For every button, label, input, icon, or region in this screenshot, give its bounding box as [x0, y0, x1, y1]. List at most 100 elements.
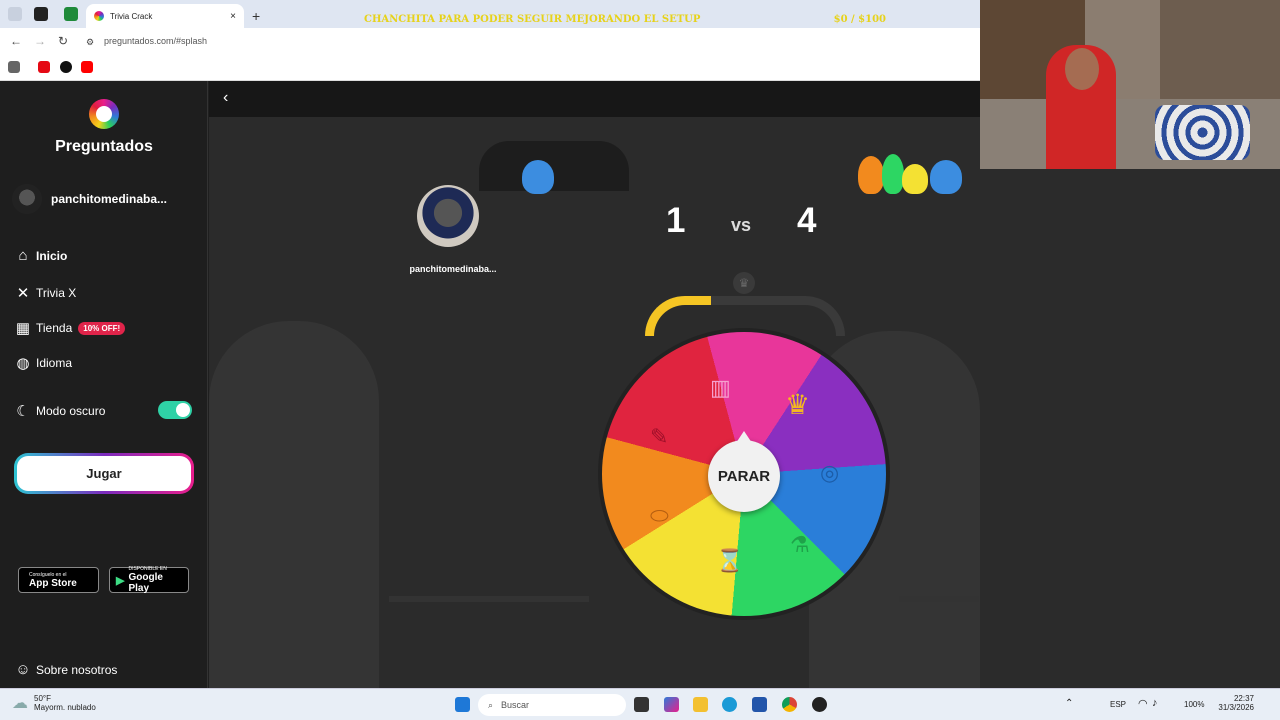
google-play-text: DISPONIBLE EN Google Play [128, 566, 182, 594]
home-icon: ⌂ [18, 247, 28, 264]
windows-start-icon[interactable] [455, 697, 470, 712]
sidebar-item-tienda[interactable]: ▦ Tienda 10% OFF! [14, 319, 126, 337]
forward-icon[interactable]: → [34, 34, 46, 48]
netflix-icon[interactable] [38, 61, 50, 73]
character-yellow [902, 164, 928, 194]
play-button[interactable]: Jugar [14, 453, 194, 494]
vs-label: vs [731, 215, 752, 235]
threads-icon[interactable] [60, 61, 72, 73]
sidebar-item-label: Idioma [36, 356, 73, 370]
character-blue-right [930, 160, 962, 194]
sidebar-item-label: Trivia X [36, 286, 77, 300]
chevron-up-icon[interactable]: ⌃ [1065, 698, 1073, 709]
weather-text: 50°F Mayorm. nublado [34, 694, 96, 712]
football-icon: ⬭ [650, 503, 669, 528]
popcorn-icon: ▥ [710, 375, 731, 400]
webcam-pillow [1155, 105, 1250, 160]
sidebar-item-trivia-x[interactable]: ✕ Trivia X [14, 284, 77, 302]
search-icon: ⌕ [488, 699, 494, 710]
clock-time: 22:37 [1233, 694, 1254, 703]
webcam-overlay [980, 0, 1280, 169]
moon-icon: ☾ [16, 403, 30, 420]
donation-text: CHANCHITA PARA PODER SEGUIR MEJORANDO EL… [364, 14, 701, 25]
brand-name: Preguntados [55, 138, 153, 155]
task-view-icon[interactable] [634, 697, 649, 712]
character-orange [858, 156, 884, 194]
discount-badge: 10% OFF! [78, 321, 126, 335]
stop-button[interactable]: PARAR [708, 431, 780, 512]
google-play-button[interactable]: ▶ DISPONIBLE EN Google Play [109, 566, 189, 594]
store-app-icon[interactable] [752, 697, 767, 712]
wifi-icon[interactable]: ◠ [1138, 697, 1148, 710]
tab-close-icon[interactable]: × [230, 11, 236, 22]
battery-level[interactable]: 100% [1184, 700, 1204, 709]
sidebar-item-modo-oscuro: ☾ Modo oscuro [14, 402, 105, 420]
history-icon: ⌛ [716, 548, 744, 573]
webcam-head [1065, 48, 1099, 90]
file-explorer-icon[interactable] [693, 697, 708, 712]
scene-house-left [209, 321, 379, 688]
sports-icon: ⚗ [790, 532, 810, 557]
preguntados-logo [89, 99, 119, 129]
google-play-icon: ▶ [116, 574, 125, 587]
sidebar-item-inicio[interactable]: ⌂ Inicio [14, 247, 67, 264]
sidebar-item-sobre-nosotros[interactable]: ☺ Sobre nosotros [14, 661, 117, 678]
clock-date: 31/3/2026 [1218, 703, 1254, 712]
youtube-icon[interactable] [81, 61, 93, 73]
address-bar: ← → ↻ ⚙ preguntados.com/#splash [0, 28, 980, 55]
sidebar-item-label: Sobre nosotros [36, 662, 118, 677]
google-play-label: Google Play [128, 572, 163, 594]
copilot-icon[interactable] [664, 697, 679, 712]
dark-mode-toggle[interactable] [158, 401, 192, 419]
tab-title: Trivia Crack [110, 11, 153, 21]
player1-name: panchitomedinaba... [409, 264, 497, 274]
art-icon: ✎ [650, 424, 669, 449]
scene-bushes [479, 141, 629, 191]
character-green [882, 154, 904, 194]
chrome-icon[interactable] [782, 697, 797, 712]
crown-icon: ♛ [733, 272, 755, 294]
fence-left [389, 596, 589, 602]
fence-right [899, 596, 979, 602]
donation-banner: CHANCHITA PARA PODER SEGUIR MEJORANDO EL… [360, 14, 890, 25]
tab-menu-icon[interactable] [8, 7, 22, 21]
sidebar-item-label: Tienda [36, 321, 73, 335]
sidebar-item-idioma[interactable]: ◍ Idioma [14, 354, 72, 372]
new-tab-button[interactable]: + [252, 4, 260, 28]
trivia-favicon-icon [94, 11, 104, 21]
back-arrow-icon[interactable]: ‹ [223, 89, 228, 107]
edge-icon[interactable] [722, 697, 737, 712]
obs-icon[interactable] [812, 697, 827, 712]
sidebar-item-label: Inicio [36, 248, 68, 263]
player2-score: 4 [797, 201, 817, 240]
avatar [12, 184, 42, 214]
taskbar: ☁ 50°F Mayorm. nublado ⌕ Buscar ⌃ ESP ◠ … [0, 688, 1280, 720]
character-blue-left [522, 160, 554, 194]
taskbar-search[interactable]: ⌕ Buscar [478, 694, 626, 716]
app-store-label: App Store [29, 577, 77, 589]
clock[interactable]: 22:37 31/3/2026 [1214, 694, 1254, 712]
crown-segment-icon: ♛ [785, 389, 811, 420]
player1-score: 1 [666, 201, 686, 240]
tab-trivia-crack[interactable]: Trivia Crack × [86, 4, 244, 28]
username: panchitomedinaba... [51, 192, 168, 206]
user-profile[interactable]: panchitomedinaba... [12, 184, 167, 214]
right-panel [980, 169, 1280, 688]
app-store-button[interactable]: Consíguelo en el App Store [18, 567, 99, 593]
language-indicator[interactable]: ESP [1110, 700, 1126, 709]
x-icon: ✕ [16, 285, 30, 302]
donation-amount: $0 / $100 [833, 14, 886, 25]
url-field[interactable]: preguntados.com/#splash [104, 36, 207, 46]
apps-icon[interactable] [8, 61, 20, 73]
volume-icon[interactable]: ♪ [1152, 697, 1158, 709]
sidebar: Preguntados panchitomedinaba... ⌂ Inicio… [0, 81, 208, 688]
site-info-icon[interactable]: ⚙ [86, 37, 94, 48]
reload-icon[interactable]: ↻ [58, 34, 68, 48]
tab-favicon-1[interactable] [34, 7, 48, 21]
player1-avatar [417, 185, 479, 247]
tab-favicon-2[interactable] [64, 7, 78, 21]
weather-temp: 50°F [34, 694, 51, 703]
weather-widget[interactable]: ☁ 50°F Mayorm. nublado [12, 693, 96, 713]
back-icon[interactable]: ← [10, 34, 22, 48]
bookmarks-bar [0, 55, 980, 81]
